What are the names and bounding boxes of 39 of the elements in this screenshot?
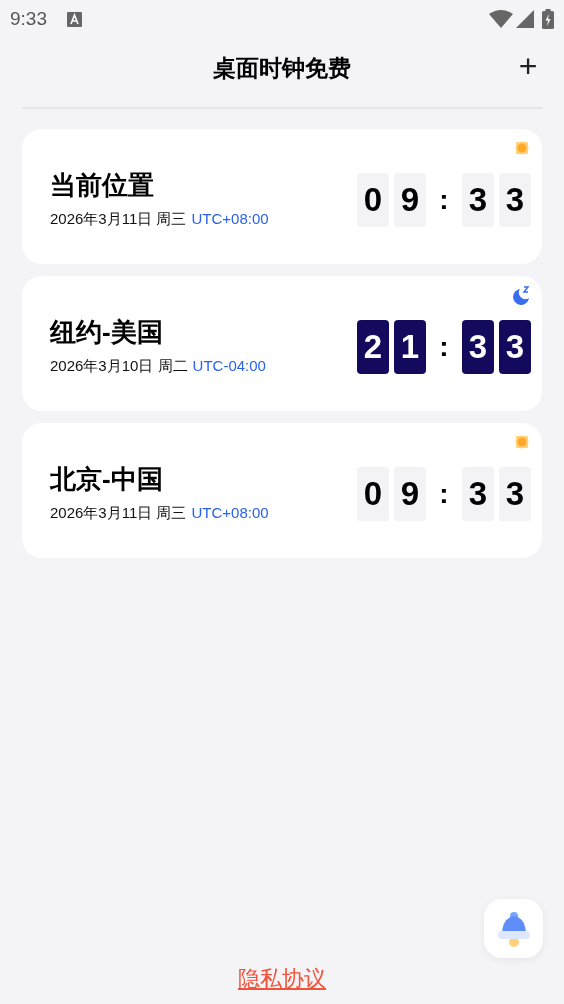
wifi-icon — [489, 10, 513, 28]
status-time: 9:33 — [10, 6, 47, 31]
digit-tile: 2 — [357, 319, 389, 374]
signal-icon — [516, 10, 534, 28]
keyboard-icon — [67, 11, 82, 27]
city-name: 北京-中国 — [50, 462, 163, 495]
digit-tile: 3 — [499, 319, 531, 374]
digit-tile: 1 — [394, 319, 426, 374]
date-text: 2026年3月11日 周三 — [50, 502, 187, 523]
digit-tile: 0 — [357, 172, 389, 227]
digit-tile: 0 — [357, 466, 389, 521]
utc-offset: UTC+08:00 — [191, 502, 269, 523]
city-name: 当前位置 — [50, 168, 154, 201]
moon-icon — [512, 286, 531, 305]
digit-tile: 3 — [462, 172, 494, 227]
utc-offset: UTC-04:00 — [192, 355, 266, 376]
time-separator: : — [438, 329, 450, 364]
clock-card[interactable]: 当前位置 2026年3月11日 周三 UTC+08:00 0 9 : 3 3 — [22, 129, 542, 264]
sun-icon — [513, 139, 531, 157]
alarm-button[interactable] — [484, 899, 543, 958]
digit-tile: 3 — [462, 319, 494, 374]
time-separator: : — [438, 476, 450, 511]
clock-card[interactable]: 纽约-美国 2026年3月10日 周二 UTC-04:00 2 1 : 3 3 — [22, 276, 542, 411]
sun-icon — [513, 433, 531, 451]
utc-offset: UTC+08:00 — [191, 208, 269, 229]
digit-tile: 9 — [394, 172, 426, 227]
bell-icon — [496, 910, 531, 947]
date-text: 2026年3月11日 周三 — [50, 208, 187, 229]
date-text: 2026年3月10日 周二 — [50, 355, 188, 376]
clock-card[interactable]: 北京-中国 2026年3月11日 周三 UTC+08:00 0 9 : 3 3 — [22, 423, 542, 558]
battery-icon — [542, 9, 554, 29]
digit-tile: 3 — [462, 466, 494, 521]
page-title: 桌面时钟免费 — [213, 53, 351, 83]
digit-tile: 3 — [499, 466, 531, 521]
city-name: 纽约-美国 — [50, 315, 163, 348]
time-separator: : — [438, 182, 450, 217]
add-button[interactable]: + — [512, 50, 544, 82]
digit-tile: 3 — [499, 172, 531, 227]
digit-tile: 9 — [394, 466, 426, 521]
